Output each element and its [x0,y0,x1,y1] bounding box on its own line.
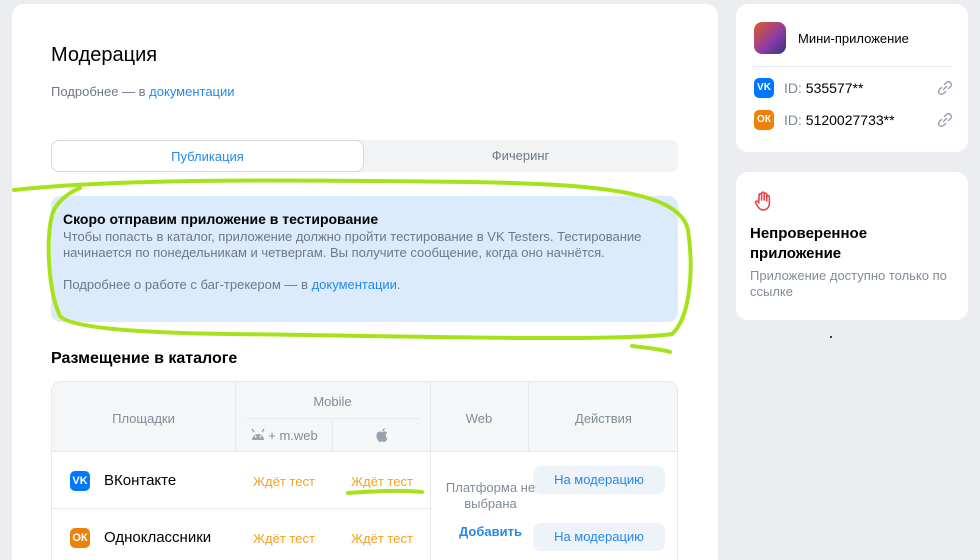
to-moderation-button[interactable]: На модерацию [533,466,665,494]
apple-icon [376,428,388,445]
col-divider [528,382,529,452]
banner-more: Подробнее о работе с баг-трекером — в до… [63,277,666,292]
vk-logo-icon: VK [70,471,90,491]
platform-name: Одноклассники [104,529,212,546]
banner-title: Скоро отправим приложение в тестирование [63,211,379,227]
id-prefix: ID: [784,112,806,128]
ok-id-row: ОК ID: 5120027733** [754,110,958,130]
page-title: Модерация [51,44,158,66]
vk-id-row: VK ID: 535577** [754,78,958,98]
android-web-label: + m.web [268,428,318,443]
header-platforms: Площадки [112,411,175,426]
banner-more-text: Подробнее о работе с баг-трекером — в [63,277,312,292]
id-prefix: ID: [784,80,806,96]
header-ios [333,428,431,445]
table-row: VK ВКонтакте Ждёт тест Ждёт тест На моде… [52,452,677,508]
vk-logo-icon: VK [754,78,774,98]
tab-publication[interactable]: Публикация [51,140,364,172]
id-value: 5120027733** [805,112,895,128]
link-icon[interactable] [936,111,954,129]
to-moderation-button[interactable]: На модерацию [533,523,665,551]
status-text: Приложение доступно только по ссылке [750,268,947,299]
catalog-section-title: Размещение в каталоге [51,350,238,367]
docs-link[interactable]: документации [149,84,234,99]
catalog-table: Площадки Mobile + m.web Web Действия VK … [51,381,678,560]
stray-dot [830,336,832,338]
add-web-button[interactable]: Добавить [442,524,539,539]
ios-status: Ждёт тест [351,531,413,546]
header-mobile-divider [247,418,419,419]
id-label: ID: 535577** [784,80,863,96]
app-info-card: Мини-приложение VK ID: 535577** ОК ID: 5… [736,4,968,152]
divider [752,66,952,67]
app-name: Мини-приложение [798,31,909,46]
status-title: Непроверенное приложение [750,225,868,262]
table-row: ОК Одноклассники Ждёт тест Ждёт тест На … [52,509,677,560]
testing-banner: Скоро отправим приложение в тестирование… [51,196,678,322]
docs-hint-text: Подробнее — в [51,84,150,99]
app-avatar [754,22,786,54]
header-mobile: Mobile [313,394,352,409]
banner-text: Чтобы попасть в каталог, приложение долж… [63,229,642,260]
banner-more-suffix: . [396,277,401,292]
header-android: + m.web [235,428,333,444]
header-actions: Действия [575,411,632,426]
col-divider [235,382,236,452]
android-status: Ждёт тест [253,531,315,546]
ok-logo-icon: ОК [754,110,774,130]
android-icon [250,428,266,444]
moderation-tabs: Публикация Фичеринг [51,140,678,172]
platform-name: ВКонтакте [104,472,177,489]
raised-hand-icon [754,191,771,211]
moderation-card: Модерация Подробнее — в документации Пуб… [12,4,718,560]
ok-logo-icon: ОК [70,528,90,548]
docs-hint: Подробнее — в документации [51,84,235,99]
link-icon[interactable] [936,79,954,97]
id-label: ID: 5120027733** [784,112,895,128]
col-divider [332,418,333,452]
header-web: Web [465,411,493,426]
bugtracker-docs-link[interactable]: документации [312,277,397,292]
android-status: Ждёт тест [253,474,315,489]
tab-featuring[interactable]: Фичеринг [364,140,677,172]
web-status: Платформа не выбрана [445,480,536,511]
status-card: Непроверенное приложение Приложение дост… [736,172,968,320]
id-value: 535577** [805,80,864,96]
ios-status: Ждёт тест [351,474,413,489]
